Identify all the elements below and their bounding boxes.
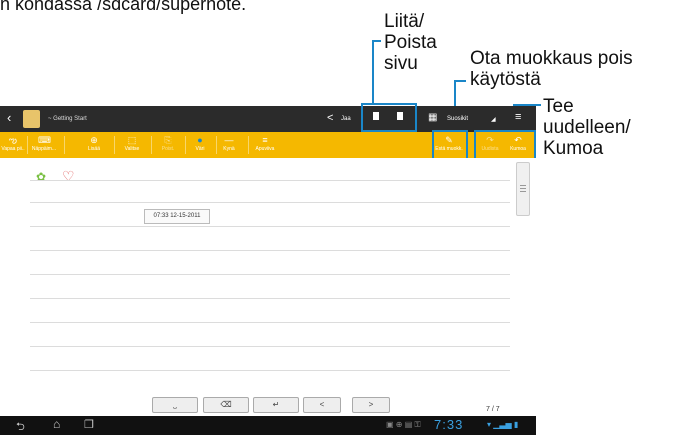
callout-line: uudelleen/ (543, 117, 631, 138)
ruled-line (30, 322, 510, 323)
callout-edit-off: Ota muokkaus pois käytöstä (470, 48, 633, 90)
clock: 7:33 (434, 417, 464, 432)
tool-freehand[interactable]: ఌ Vapaa pii.. (1, 132, 25, 158)
ruled-line (30, 346, 510, 347)
prev-key[interactable]: < (303, 397, 341, 413)
callout-line: Ota muokkaus pois (470, 48, 633, 69)
ruled-line (30, 250, 510, 251)
backspace-key[interactable]: ⌫ (203, 397, 249, 413)
menu-icon[interactable]: ≡ (515, 111, 521, 123)
favorites-label[interactable]: Suosikit (447, 116, 468, 122)
tool-label: Lisää (88, 146, 100, 152)
nav-home-icon[interactable]: ⌂ (53, 417, 60, 431)
insert-icon: ⊕ (90, 135, 98, 145)
nav-recent-apps-icon[interactable]: ❐ (84, 418, 94, 431)
tool-color[interactable]: ● Väri (184, 132, 216, 158)
page-counter: 7 / 7 (486, 406, 500, 413)
back-arrow-icon[interactable]: ‹ (7, 111, 11, 124)
ruled-line (30, 298, 510, 299)
tool-pen[interactable]: — Kynä (213, 132, 245, 158)
tool-label: Apuviiva (255, 146, 275, 152)
tool-delete[interactable]: ⎘ Poist. (152, 132, 184, 158)
next-key[interactable]: > (352, 397, 390, 413)
tool-insert[interactable]: ⊕ Lisää (78, 132, 110, 158)
select-icon: ⬚ (127, 135, 137, 145)
callout-insert-delete-page: Liitä/ Poista sivu (384, 11, 437, 74)
tool-keyboard[interactable]: ⌨ Näppäim... (28, 132, 60, 158)
divider (64, 136, 65, 154)
enter-key[interactable]: ↵ (253, 397, 299, 413)
sprout-doodle-icon: ✿ (36, 170, 47, 184)
color-dot-icon: ● (197, 135, 203, 145)
nav-back-icon[interactable]: ⮌ (16, 418, 25, 437)
pen-icon: — (224, 135, 234, 145)
tool-label: Poist. (161, 146, 175, 152)
tool-select[interactable]: ⬚ Valitse (116, 132, 148, 158)
highlight-edit-off (432, 130, 468, 160)
space-key[interactable]: ⎵ (152, 397, 198, 413)
scrollbar-thumb[interactable] (516, 162, 530, 216)
status-icons: ▣ ⊕ ▤ ⚿ (386, 420, 421, 429)
divider (114, 136, 115, 154)
callout-line: Tee (543, 96, 574, 117)
tool-label: Väri (195, 146, 205, 152)
callout-line: Liitä/ (384, 11, 425, 32)
callout-redo-undo: Tee uudelleen/ Kumoa (543, 96, 631, 159)
callout-line: sivu (384, 53, 418, 74)
tool-label: Näppäim... (31, 146, 57, 152)
highlight-insert-delete (361, 103, 417, 132)
signal-battery-icon: ▾ ▁▃▅ ▮ (487, 420, 519, 429)
callout-line: Poista (384, 32, 437, 53)
highlight-redo-undo (474, 130, 536, 160)
timestamp-box[interactable]: 07:33 12-15-2011 (144, 209, 210, 224)
notebook-title: ~ Getting Start (48, 116, 87, 122)
tool-label: Kynä (223, 146, 235, 152)
leader-line (454, 80, 466, 82)
ruled-line (30, 226, 510, 227)
tool-label: Valitse (124, 146, 140, 152)
notebook-thumbnail (23, 110, 40, 128)
system-nav-bar: ⮌ ⌂ ❐ ▣ ⊕ ▤ ⚿ 7:33 ▾ ▁▃▅ ▮ (0, 416, 536, 435)
tool-label: Vapaa pii.. (1, 146, 25, 152)
leader-line (372, 40, 374, 104)
heart-doodle-icon: ♡ (62, 168, 75, 184)
tool-guideline[interactable]: ≡ Apuviiva (248, 132, 282, 158)
keyboard-icon: ⌨ (38, 135, 51, 145)
top-caption: n kondassa /sdcard/supernote. (0, 0, 247, 14)
ruled-line (30, 202, 510, 203)
grid-icon[interactable]: ▦ (428, 112, 437, 123)
dropdown-icon[interactable]: ◢ (491, 116, 496, 123)
note-page[interactable]: ✿ ♡ 07:33 12-15-2011 7 / 7 (0, 158, 536, 416)
callout-line: Kumoa (543, 138, 604, 159)
action-bar: ‹ ~ Getting Start < Jaa ▦ Suosikit ◢ ≡ (0, 106, 536, 132)
ruled-line (30, 274, 510, 275)
delete-icon: ⎘ (164, 135, 172, 145)
ruled-line (30, 180, 510, 181)
freehand-icon: ఌ (9, 135, 17, 145)
ruled-line (30, 370, 510, 371)
leader-line (372, 40, 381, 42)
guideline-icon: ≡ (262, 135, 268, 145)
share-icon[interactable]: < (327, 112, 333, 124)
share-label[interactable]: Jaa (341, 116, 351, 122)
callout-line: käytöstä (470, 69, 541, 90)
